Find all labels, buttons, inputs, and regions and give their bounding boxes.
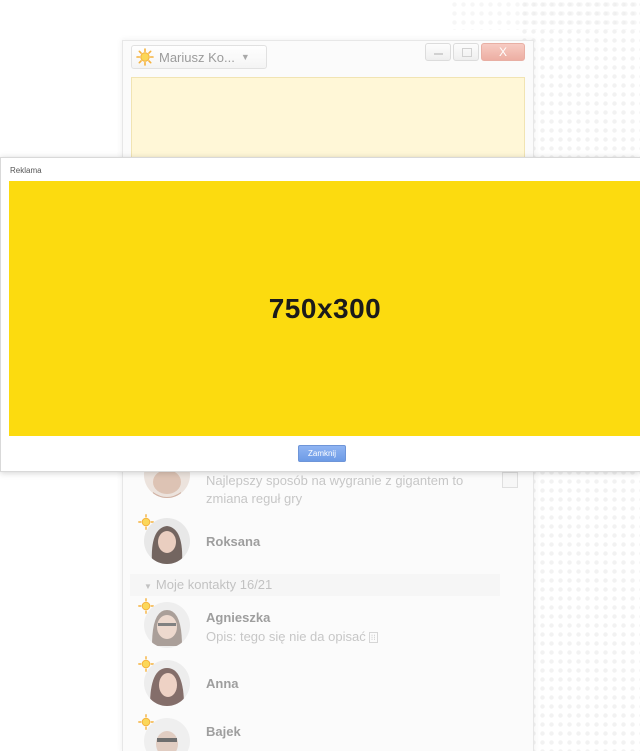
avatar xyxy=(144,602,190,648)
window-controls: X xyxy=(423,43,525,61)
scrollbar[interactable] xyxy=(502,472,518,488)
contact-name: Roksana xyxy=(206,534,261,549)
sun-status-icon xyxy=(136,48,154,66)
contact-list: Najlepszy sposób na wygranie z gigantem … xyxy=(130,452,500,751)
list-item[interactable]: Roksana xyxy=(130,514,500,570)
minimize-icon[interactable] xyxy=(425,43,451,61)
ad-overlay: Reklama 750x300 Zamknij xyxy=(0,157,640,472)
list-item[interactable]: Agnieszka Opis: tego się nie da opisać ⁝⁝ xyxy=(130,598,500,654)
chevron-down-icon: ▼ xyxy=(240,52,250,62)
contact-name: Bajek xyxy=(206,724,241,739)
list-item[interactable]: Najlepszy sposób na wygranie z gigantem … xyxy=(130,452,500,522)
maximize-icon[interactable] xyxy=(453,43,479,61)
group-header[interactable]: ▼ Moje kontakty 16/21 xyxy=(130,574,500,596)
list-item[interactable]: Anna xyxy=(130,656,500,712)
contact-name: Agnieszka xyxy=(206,610,271,625)
status-dropdown[interactable]: Mariusz Ko... ▼ xyxy=(131,45,267,69)
status-user-name: Mariusz Ko... xyxy=(159,49,235,65)
title-bar: Mariusz Ko... ▼ X xyxy=(123,41,533,77)
avatar xyxy=(144,660,190,706)
emoticon-icon: ⁝⁝ xyxy=(368,632,378,644)
chevron-down-icon: ▼ xyxy=(144,582,152,591)
list-item[interactable]: Bajek xyxy=(130,714,500,751)
contact-description: Najlepszy sposób na wygranie z gigantem … xyxy=(206,473,464,506)
close-ad-button[interactable]: Zamknij xyxy=(298,445,346,462)
contact-name: Anna xyxy=(206,676,239,691)
avatar xyxy=(144,518,190,564)
close-icon[interactable]: X xyxy=(481,43,525,61)
group-title: Moje kontakty 16/21 xyxy=(155,577,273,592)
ad-label: Reklama xyxy=(10,166,42,175)
ad-size-text: 750x300 xyxy=(268,292,382,324)
ad-banner[interactable]: 750x300 xyxy=(9,181,640,436)
avatar xyxy=(144,718,190,751)
contact-description: Opis: tego się nie da opisać ⁝⁝ xyxy=(206,629,378,644)
